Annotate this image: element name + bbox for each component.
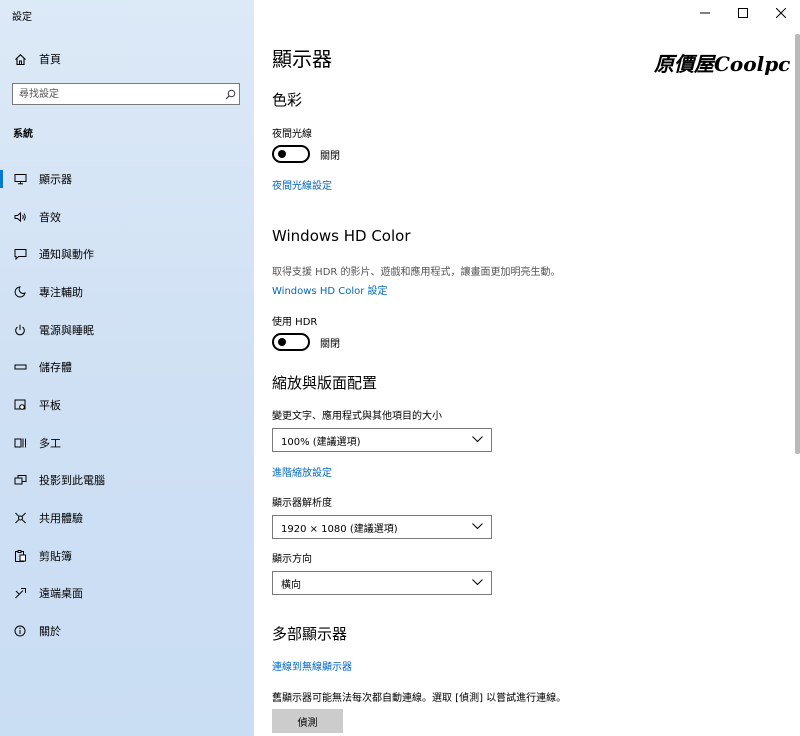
- night-light-state: 關閉: [320, 150, 340, 162]
- sidebar-item-multitasking[interactable]: 多工: [0, 424, 254, 462]
- night-light-settings-link[interactable]: 夜間光線設定: [272, 177, 332, 192]
- minimize-icon: [700, 8, 710, 21]
- sidebar-item-notifications[interactable]: 通知與動作: [0, 235, 254, 273]
- orientation-select-value: 橫向: [281, 579, 301, 591]
- sidebar-item-clipboard[interactable]: 剪貼簿: [0, 537, 254, 575]
- notification-icon: [13, 247, 27, 261]
- close-icon: [775, 7, 787, 21]
- shared-icon: [13, 511, 27, 525]
- chevron-down-icon: [472, 435, 483, 446]
- sidebar-item-label: 共用體驗: [39, 512, 83, 526]
- close-button[interactable]: [762, 0, 800, 28]
- sidebar-item-sound[interactable]: 音效: [0, 198, 254, 236]
- sidebar-item-label: 儲存體: [39, 361, 72, 375]
- power-icon: [13, 323, 27, 337]
- multi-display-hint: 舊顯示器可能無法每次都自動連線。選取 [偵測] 以嘗試進行連線。: [272, 693, 567, 704]
- settings-window: 設定 首頁 系統 顯示器 音效 通知與動作: [0, 0, 800, 736]
- hd-color-description: 取得支援 HDR 的影片、遊戲和應用程式，讓畫面更加明亮生動。: [272, 267, 561, 278]
- info-icon: [13, 624, 27, 638]
- sidebar-item-label: 遠端桌面: [39, 587, 83, 601]
- minimize-button[interactable]: [686, 0, 724, 28]
- resolution-select[interactable]: 1920 × 1080 (建議選項): [272, 515, 492, 539]
- main-content: 原價屋Coolpc 顯示器 色彩 夜間光線 關閉 夜間光線設定 Windows …: [254, 0, 800, 736]
- sidebar-item-label: 剪貼簿: [39, 549, 72, 563]
- app-title: 設定: [12, 12, 32, 23]
- sidebar-item-label: 音效: [39, 210, 61, 224]
- sidebar-item-label: 平板: [39, 398, 61, 412]
- page-title: 顯示器: [272, 47, 332, 71]
- color-heading: 色彩: [272, 91, 303, 109]
- chevron-down-icon: [472, 578, 483, 589]
- toggle-knob: [278, 150, 286, 158]
- sidebar-item-label: 投影到此電腦: [39, 474, 105, 488]
- sidebar-item-label: 專注輔助: [39, 285, 83, 299]
- sidebar-item-about[interactable]: 關於: [0, 612, 254, 650]
- scrollbar[interactable]: [795, 34, 800, 454]
- clipboard-icon: [13, 549, 27, 563]
- night-light-toggle[interactable]: 關閉: [272, 145, 340, 163]
- monitor-icon: [13, 172, 27, 186]
- moon-icon: [13, 285, 27, 299]
- toggle-knob: [278, 338, 286, 346]
- orientation-label: 顯示方向: [272, 554, 312, 565]
- window-controls: [686, 0, 800, 28]
- sidebar-item-shared-experiences[interactable]: 共用體驗: [0, 499, 254, 537]
- watermark-logo: 原價屋Coolpc: [654, 52, 791, 76]
- search-input[interactable]: [13, 87, 221, 101]
- hdr-toggle[interactable]: 關閉: [272, 333, 340, 351]
- toggle-track[interactable]: [272, 333, 310, 351]
- resolution-select-value: 1920 × 1080 (建議選項): [281, 523, 398, 535]
- maximize-icon: [738, 7, 748, 21]
- multi-display-heading: 多部顯示器: [272, 625, 348, 643]
- sidebar-item-tablet[interactable]: 平板: [0, 386, 254, 424]
- hdr-label: 使用 HDR: [272, 317, 318, 328]
- hd-color-heading: Windows HD Color: [272, 227, 411, 245]
- home-icon: [13, 52, 27, 66]
- wireless-display-link[interactable]: 連線到無線顯示器: [272, 658, 352, 673]
- remote-icon: [13, 586, 27, 600]
- sidebar-item-label: 關於: [39, 625, 61, 639]
- chevron-down-icon: [472, 522, 483, 533]
- sidebar-section-heading: 系統: [13, 129, 33, 140]
- tablet-icon: [13, 398, 27, 412]
- sidebar-item-label: 通知與動作: [39, 248, 94, 262]
- project-icon: [13, 473, 27, 487]
- sidebar-item-display[interactable]: 顯示器: [0, 160, 254, 198]
- search-icon[interactable]: [221, 89, 239, 100]
- sidebar-nav: 顯示器 音效 通知與動作 專注輔助 電源與睡眠 儲存體 平板 多工 投影到此電腦…: [0, 160, 254, 650]
- sidebar-item-storage[interactable]: 儲存體: [0, 348, 254, 386]
- sidebar-item-focus-assist[interactable]: 專注輔助: [0, 273, 254, 311]
- night-light-label: 夜間光線: [272, 129, 312, 140]
- sidebar: 設定 首頁 系統 顯示器 音效 通知與動作: [0, 0, 254, 736]
- maximize-button[interactable]: [724, 0, 762, 28]
- size-select-value: 100% (建議選項): [281, 436, 361, 448]
- advanced-scaling-link[interactable]: 進階縮放設定: [272, 464, 332, 479]
- sidebar-item-label: 電源與睡眠: [39, 323, 94, 337]
- hd-color-settings-link[interactable]: Windows HD Color 設定: [272, 282, 388, 297]
- sidebar-item-label: 首頁: [39, 53, 61, 66]
- hdr-state: 關閉: [320, 338, 340, 350]
- sidebar-item-power[interactable]: 電源與睡眠: [0, 311, 254, 349]
- search-box[interactable]: [12, 83, 240, 105]
- storage-icon: [13, 360, 27, 374]
- scale-heading: 縮放與版面配置: [272, 374, 378, 392]
- sidebar-item-home[interactable]: 首頁: [0, 44, 254, 74]
- sidebar-item-project[interactable]: 投影到此電腦: [0, 462, 254, 500]
- toggle-track[interactable]: [272, 145, 310, 163]
- size-label: 變更文字、應用程式與其他項目的大小: [272, 411, 442, 422]
- speaker-icon: [13, 210, 27, 224]
- multitask-icon: [13, 436, 27, 450]
- sidebar-item-remote-desktop[interactable]: 遠端桌面: [0, 575, 254, 613]
- resolution-label: 顯示器解析度: [272, 498, 332, 509]
- detect-button[interactable]: 偵測: [272, 709, 343, 733]
- sidebar-item-label: 多工: [39, 436, 61, 450]
- sidebar-item-label: 顯示器: [39, 172, 72, 186]
- size-select[interactable]: 100% (建議選項): [272, 428, 492, 452]
- orientation-select[interactable]: 橫向: [272, 571, 492, 595]
